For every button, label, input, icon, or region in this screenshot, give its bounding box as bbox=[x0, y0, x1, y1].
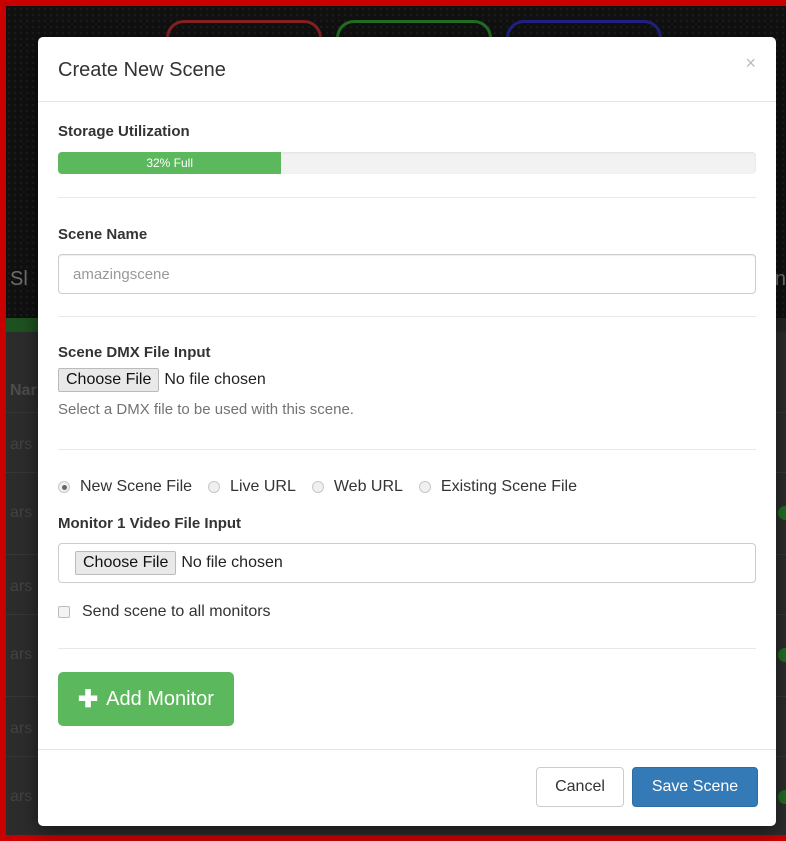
monitor-video-label: Monitor 1 Video File Input bbox=[58, 515, 242, 532]
create-scene-modal: Create New Scene × Storage Utilization 3… bbox=[38, 37, 776, 826]
source-type-radio-group: New Scene File Live URL Web URL Existing… bbox=[58, 450, 756, 496]
dmx-label: Scene DMX File Input bbox=[58, 344, 211, 361]
radio-existing-scene-file[interactable]: Existing Scene File bbox=[418, 478, 577, 496]
radio-live-url[interactable]: Live URL bbox=[208, 478, 296, 496]
storage-progress-bar: 32% Full bbox=[58, 152, 282, 174]
radio-button[interactable] bbox=[58, 481, 70, 493]
storage-progress: 32% Full bbox=[58, 152, 756, 174]
modal-title: Create New Scene bbox=[58, 59, 226, 81]
radio-label: Live URL bbox=[230, 478, 296, 495]
monitor-video-file-input[interactable]: Choose File No file chosen bbox=[58, 543, 756, 583]
send-all-checkbox[interactable] bbox=[58, 606, 70, 618]
dmx-help-text: Select a DMX file to be used with this s… bbox=[58, 401, 354, 418]
modal-body: Storage Utilization 32% Full Scene Name … bbox=[38, 102, 776, 726]
storage-label: Storage Utilization bbox=[58, 123, 190, 140]
radio-button[interactable] bbox=[208, 481, 221, 493]
plus-icon: ✚ bbox=[78, 685, 99, 713]
send-all-checkbox-row[interactable]: Send scene to all monitors bbox=[58, 603, 756, 621]
save-scene-button[interactable]: Save Scene bbox=[632, 767, 758, 807]
modal-footer: Cancel Save Scene bbox=[38, 749, 776, 826]
divider bbox=[58, 648, 756, 649]
monitor-file-status: No file chosen bbox=[181, 554, 283, 571]
radio-label: Web URL bbox=[333, 478, 403, 495]
cancel-button[interactable]: Cancel bbox=[536, 767, 624, 807]
radio-button[interactable] bbox=[418, 481, 431, 493]
radio-button[interactable] bbox=[311, 481, 324, 493]
add-monitor-label: Add Monitor bbox=[106, 687, 214, 710]
monitor-choose-file-button[interactable]: Choose File bbox=[75, 551, 177, 575]
send-all-label: Send scene to all monitors bbox=[82, 603, 271, 620]
radio-label: New Scene File bbox=[80, 478, 193, 495]
radio-label: Existing Scene File bbox=[440, 478, 577, 495]
scene-name-label: Scene Name bbox=[58, 226, 148, 243]
modal-header: Create New Scene × bbox=[38, 37, 776, 102]
dmx-file-status: No file chosen bbox=[164, 371, 266, 388]
radio-new-scene-file[interactable]: New Scene File bbox=[58, 478, 192, 496]
add-monitor-button[interactable]: ✚ Add Monitor bbox=[58, 672, 234, 726]
scene-name-input[interactable]: amazingscene bbox=[58, 254, 756, 294]
dmx-choose-file-button[interactable]: Choose File bbox=[58, 368, 160, 392]
radio-web-url[interactable]: Web URL bbox=[311, 478, 403, 496]
close-icon[interactable]: × bbox=[745, 53, 756, 74]
dmx-file-input: Choose File No file chosen bbox=[58, 368, 756, 392]
